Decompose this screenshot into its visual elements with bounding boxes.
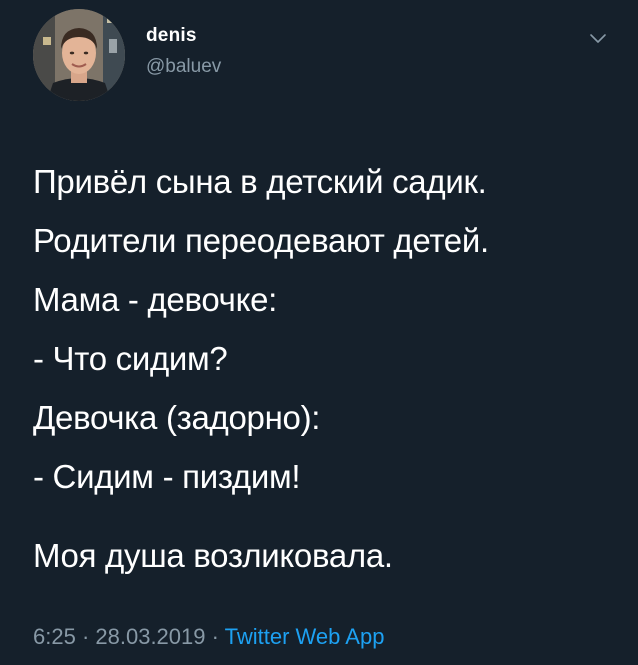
tweet-source-link[interactable]: Twitter Web App bbox=[225, 624, 385, 649]
tweet-card: denis @baluev Привёл сына в детский сади… bbox=[0, 0, 638, 665]
profile-photo-icon bbox=[33, 9, 125, 101]
display-name[interactable]: denis bbox=[146, 24, 221, 48]
tweet-text-line: - Сидим - пиздим! bbox=[33, 458, 301, 495]
tweet-text-line: Родители переодевают детей. bbox=[33, 222, 489, 259]
tweet-text-line: Девочка (задорно): bbox=[33, 399, 321, 436]
tweet-menu-button[interactable] bbox=[588, 32, 608, 46]
tweet-text-line: Привёл сына в детский садик. bbox=[33, 163, 487, 200]
tweet-time[interactable]: 6:25 bbox=[33, 624, 76, 649]
tweet-text-line: - Что сидим? bbox=[33, 340, 228, 377]
tweet-date[interactable]: 28.03.2019 bbox=[95, 624, 205, 649]
meta-separator: · bbox=[75, 624, 96, 649]
author-info: denis @baluev bbox=[146, 24, 221, 79]
tweet-metadata: 6:25 · 28.03.2019 · Twitter Web App bbox=[33, 622, 384, 652]
avatar[interactable] bbox=[33, 9, 125, 101]
tweet-text-line: Мама - девочке: bbox=[33, 281, 277, 318]
user-handle[interactable]: @baluev bbox=[146, 55, 221, 79]
chevron-down-icon bbox=[590, 34, 606, 43]
meta-separator: · bbox=[205, 624, 225, 649]
tweet-text: Привёл сына в детский садик. Родители пе… bbox=[33, 152, 623, 585]
tweet-text-closing: Моя душа возликовала. bbox=[33, 537, 393, 574]
